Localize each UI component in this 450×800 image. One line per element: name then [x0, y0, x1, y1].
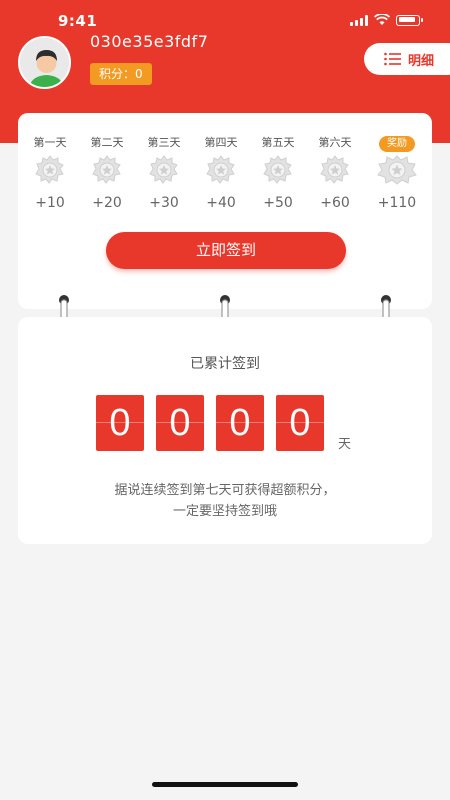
detail-button[interactable]: 明细	[364, 43, 450, 75]
cumulative-card: 已累计签到 0 0 0 0 天 据说连续签到第七天可获得超额积分， 一定要坚持签…	[18, 317, 432, 544]
reward-tag: 奖励	[379, 136, 415, 152]
day-label: 第六天	[318, 136, 352, 149]
day-points: +60	[320, 195, 350, 211]
day-unit: 天	[338, 437, 352, 452]
points-badge: 积分：0	[90, 63, 152, 85]
checkin-day-2: 第二天 +20	[82, 135, 132, 211]
checkin-day-3: 第三天 +30	[139, 135, 189, 211]
checkin-day-4: 第四天 +40	[196, 135, 246, 211]
day-points: +30	[149, 195, 179, 211]
home-indicator[interactable]	[152, 782, 298, 787]
tip-line-1: 据说连续签到第七天可获得超额积分，	[114, 483, 336, 498]
reward-medal-icon	[377, 155, 417, 185]
medal-icon	[263, 155, 292, 184]
day-points: +50	[263, 195, 293, 211]
list-icon	[384, 52, 401, 66]
counter-digit: 0	[216, 395, 264, 451]
signin-button[interactable]: 立即签到	[106, 232, 346, 269]
medal-icon	[35, 155, 64, 184]
day-points: +20	[92, 195, 122, 211]
medal-icon	[206, 155, 235, 184]
medal-icon	[92, 155, 121, 184]
day-points: +40	[206, 195, 236, 211]
checkin-card: 第一天 +10 第二天 +20 第三天 +30 第四天 +40 第五天 +50 …	[18, 113, 432, 309]
day-label: 第四天	[204, 136, 238, 149]
wifi-icon	[374, 14, 390, 25]
checkin-day-6: 第六天 +60	[310, 135, 360, 211]
day-label: 第二天	[90, 136, 124, 149]
signal-icon	[350, 14, 368, 26]
checkin-day-5: 第五天 +50	[253, 135, 303, 211]
medal-icon	[320, 155, 349, 184]
checkin-days: 第一天 +10 第二天 +20 第三天 +30 第四天 +40 第五天 +50 …	[18, 135, 432, 215]
counter-digit: 0	[96, 395, 144, 451]
cumulative-label: 已累计签到	[190, 356, 260, 372]
checkin-day-1: 第一天 +10	[25, 135, 75, 211]
day-points: +110	[377, 195, 417, 211]
avatar[interactable]	[18, 36, 71, 89]
battery-icon	[396, 14, 423, 26]
status-icons	[350, 14, 423, 26]
day-points: +10	[35, 195, 65, 211]
checkin-day-reward: 奖励 +110	[372, 135, 422, 211]
status-time: 9:41	[58, 12, 98, 30]
detail-button-label: 明细	[408, 53, 435, 69]
username: 030e35e3fdf7	[90, 32, 209, 51]
day-label: 第三天	[147, 136, 181, 149]
tip-line-2: 一定要坚持签到哦	[172, 504, 277, 519]
day-label: 第五天	[261, 136, 295, 149]
tip-text: 据说连续签到第七天可获得超额积分， 一定要坚持签到哦	[18, 480, 432, 522]
day-label: 第一天	[33, 136, 67, 149]
counter-digit: 0	[276, 395, 324, 451]
medal-icon	[149, 155, 178, 184]
counter-digit: 0	[156, 395, 204, 451]
cumulative-digits: 0 0 0 0	[96, 395, 324, 451]
status-bar: 9:41	[0, 0, 450, 40]
